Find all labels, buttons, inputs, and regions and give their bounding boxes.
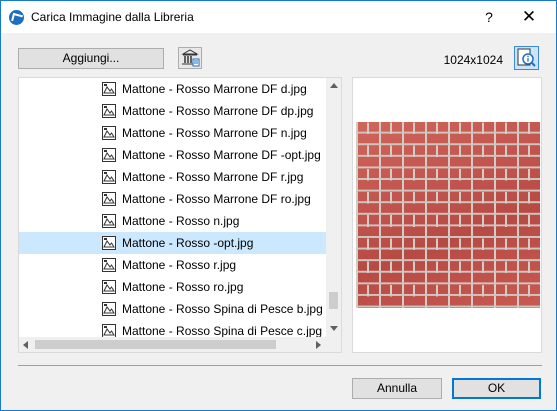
scrollbar-corner [326, 337, 341, 352]
image-file-icon [101, 81, 117, 97]
file-name: Mattone - Rosso Marrone DF r.jpg [122, 170, 304, 184]
image-file-icon [101, 257, 117, 273]
file-name: Mattone - Rosso Marrone DF ro.jpg [122, 192, 311, 206]
file-list-item[interactable]: Mattone - Rosso r.jpg [19, 254, 326, 276]
window-title: Carica Immagine dalla Libreria [31, 10, 194, 24]
file-name: Mattone - Rosso n.jpg [122, 214, 240, 228]
image-file-icon [101, 191, 117, 207]
file-list-item[interactable]: Mattone - Rosso Marrone DF -opt.jpg [19, 144, 326, 166]
image-file-icon [101, 301, 117, 317]
file-list-item[interactable]: Mattone - Rosso Marrone DF n.jpg [19, 122, 326, 144]
file-name: Mattone - Rosso Spina di Pesce c.jpg [122, 324, 323, 338]
load-image-dialog: Carica Immagine dalla Libreria ? ✕ Aggiu… [0, 0, 557, 411]
file-list-item[interactable]: Mattone - Rosso -opt.jpg [19, 232, 326, 254]
file-list-item[interactable]: Mattone - Rosso Marrone DF dp.jpg [19, 100, 326, 122]
file-list-item[interactable]: Mattone - Rosso Marrone DF d.jpg [19, 78, 326, 100]
image-file-icon [101, 147, 117, 163]
file-list-item[interactable]: Mattone - Rosso n.jpg [19, 210, 326, 232]
ok-button[interactable]: OK [452, 378, 541, 399]
library-building-icon [181, 49, 200, 67]
horizontal-scroll-thumb[interactable] [35, 340, 276, 349]
image-file-icon [101, 235, 117, 251]
add-button[interactable]: Aggiungi... [18, 48, 164, 69]
file-list[interactable]: Mattone - Rosso Marrone DF d.jpg Mattone … [18, 77, 342, 353]
file-name: Mattone - Rosso -opt.jpg [122, 236, 254, 250]
library-button[interactable] [178, 47, 202, 69]
scroll-up-icon[interactable] [330, 83, 338, 88]
file-list-item[interactable]: Mattone - Rosso Marrone DF r.jpg [19, 166, 326, 188]
image-file-icon [101, 125, 117, 141]
image-resolution: 1024x1024 [443, 53, 503, 67]
file-name: Mattone - Rosso r.jpg [122, 258, 237, 272]
file-name: Mattone - Rosso Marrone DF n.jpg [122, 126, 307, 140]
brick-texture-joints [356, 122, 540, 308]
image-preview-panel [352, 77, 542, 353]
file-list-item[interactable]: Mattone - Rosso Marrone DF ro.jpg [19, 188, 326, 210]
vertical-scrollbar[interactable] [326, 78, 341, 337]
vertical-scroll-thumb[interactable] [329, 292, 338, 309]
file-name: Mattone - Rosso Marrone DF d.jpg [122, 82, 307, 96]
preview-toggle-button[interactable] [514, 46, 539, 70]
app-icon [9, 10, 24, 25]
file-list-item[interactable]: Mattone - Rosso ro.jpg [19, 276, 326, 298]
image-file-icon [101, 169, 117, 185]
magnifier-info-icon [517, 48, 536, 67]
scroll-left-icon[interactable] [23, 341, 28, 349]
image-file-icon [101, 279, 117, 295]
image-file-icon [101, 213, 117, 229]
file-list-item[interactable]: Mattone - Rosso Spina di Pesce b.jpg [19, 298, 326, 320]
help-button[interactable]: ? [470, 3, 508, 31]
file-name: Mattone - Rosso Spina di Pesce b.jpg [122, 302, 323, 316]
file-name: Mattone - Rosso ro.jpg [122, 280, 244, 294]
scroll-right-icon[interactable] [316, 341, 321, 349]
horizontal-scrollbar[interactable] [19, 337, 326, 352]
file-name: Mattone - Rosso Marrone DF -opt.jpg [122, 148, 321, 162]
title-bar: Carica Immagine dalla Libreria ? ✕ [1, 1, 556, 33]
file-name: Mattone - Rosso Marrone DF dp.jpg [122, 104, 314, 118]
close-button[interactable]: ✕ [509, 3, 549, 31]
image-file-icon [101, 103, 117, 119]
cancel-button[interactable]: Annulla [352, 378, 442, 399]
footer-divider [18, 365, 542, 366]
scroll-down-icon[interactable] [330, 326, 338, 331]
